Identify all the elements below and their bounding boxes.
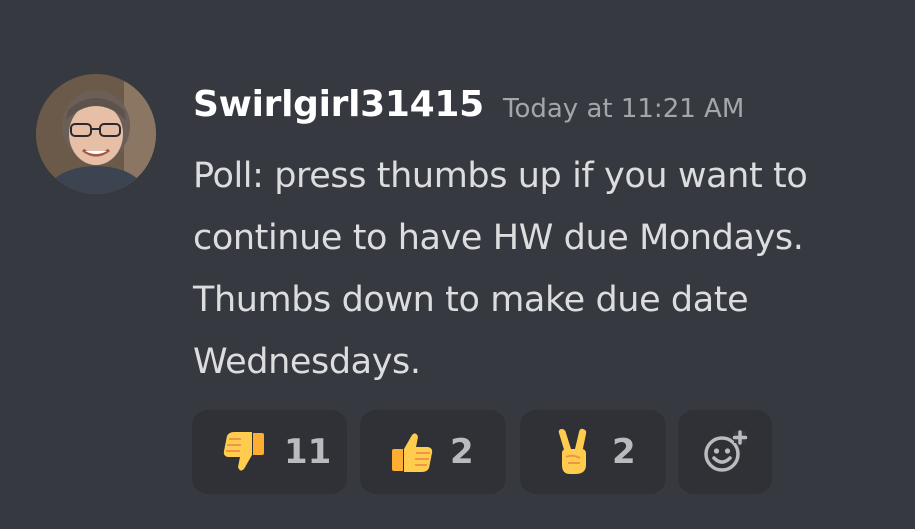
- reaction-count: 2: [612, 432, 636, 472]
- avatar[interactable]: [36, 74, 156, 194]
- username[interactable]: Swirlgirl31415: [193, 84, 484, 125]
- reaction-thumbs-up[interactable]: 2: [360, 410, 506, 494]
- reaction-count: 2: [450, 432, 474, 472]
- message-line: Thumbs down to make due date: [193, 280, 749, 320]
- reaction-victory-hand[interactable]: 2: [520, 410, 666, 494]
- user-portrait-icon: [36, 74, 156, 194]
- reaction-thumbs-down[interactable]: 11: [192, 410, 347, 494]
- victory-hand-icon: [558, 428, 587, 474]
- thumbs-down-icon: [223, 432, 264, 471]
- message-timestamp[interactable]: Today at 11:21 AM: [503, 94, 744, 124]
- add-reaction-icon: [704, 430, 748, 472]
- message-line: Poll: press thumbs up if you want to: [193, 156, 808, 196]
- chat-message: Swirlgirl31415 Today at 11:21 AM Poll: p…: [0, 0, 915, 529]
- add-reaction-button[interactable]: [678, 410, 772, 494]
- message-content: Poll: press thumbs up if you want to con…: [193, 145, 913, 393]
- message-line: Wednesdays.: [193, 342, 421, 382]
- reaction-count: 11: [284, 432, 332, 472]
- thumbs-up-icon: [392, 433, 433, 472]
- message-line: continue to have HW due Mondays.: [193, 218, 804, 258]
